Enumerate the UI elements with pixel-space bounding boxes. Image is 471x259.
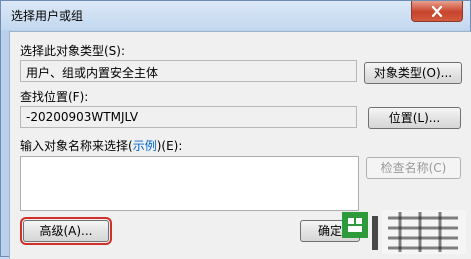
title-bar[interactable]: 选择用户或组: [1, 1, 470, 30]
site-watermark: [340, 204, 470, 256]
check-names-button[interactable]: 检查名称(C): [366, 157, 461, 179]
location-label: 查找位置(F):: [20, 90, 89, 104]
select-users-dialog: 选择用户或组 选择此对象类型(S): 用户、组或内置安全主体 对象类型(O)..…: [0, 0, 471, 259]
object-names-label-suffix: )(E):: [156, 139, 183, 153]
object-names-label: 输入对象名称来选择(示例)(E):: [20, 137, 182, 154]
advanced-button[interactable]: 高级(A)...: [20, 217, 112, 245]
close-icon: [431, 5, 443, 17]
locations-button[interactable]: 位置(L)...: [368, 107, 461, 129]
window-title: 选择用户或组: [11, 9, 84, 23]
examples-link[interactable]: 示例: [133, 139, 157, 153]
location-field: -20200903WTMJLV: [20, 106, 357, 128]
close-button[interactable]: [411, 1, 463, 22]
object-type-label: 选择此对象类型(S):: [20, 44, 126, 58]
watermark-logo: [342, 210, 466, 254]
object-types-button[interactable]: 对象类型(O)...: [364, 62, 462, 84]
object-type-field: 用户、组或内置安全主体: [20, 60, 357, 82]
object-names-label-prefix: 输入对象名称来选择(: [20, 139, 133, 153]
object-names-input[interactable]: [20, 156, 359, 211]
